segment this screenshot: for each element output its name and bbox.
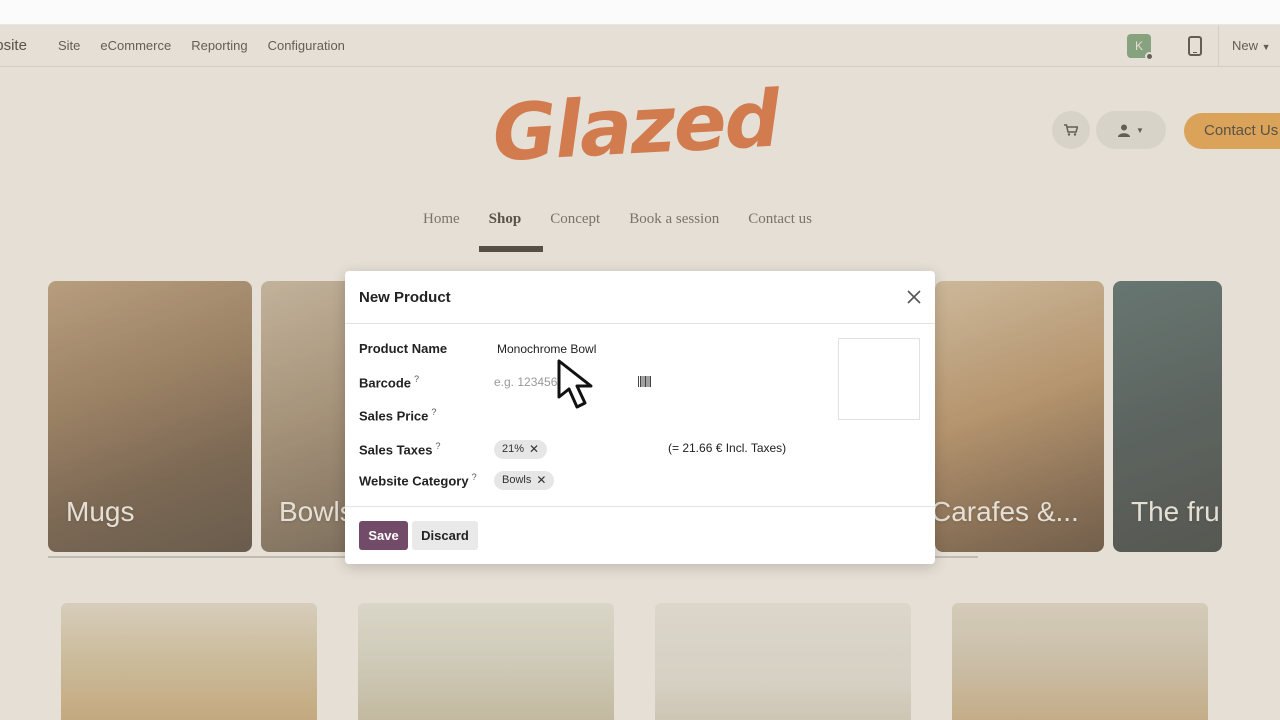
- help-tooltip-icon[interactable]: ?: [431, 407, 436, 417]
- sales-taxes-label-text: Sales Taxes: [359, 442, 433, 458]
- product-name-label: Product Name: [359, 341, 448, 356]
- dialog-footer-divider: [345, 506, 935, 507]
- barcode-label: Barcode?: [359, 374, 419, 390]
- sales-taxes-label: Sales Taxes?: [359, 441, 441, 457]
- help-tooltip-icon[interactable]: ?: [472, 472, 477, 482]
- product-name-input[interactable]: Monochrome Bowl: [497, 342, 596, 356]
- tax-tag: 21% ✕: [494, 440, 548, 459]
- dialog-header: New Product: [345, 271, 935, 324]
- tax-tag-label: 21%: [502, 443, 525, 455]
- dialog-title: New Product: [359, 289, 451, 306]
- remove-tag-icon[interactable]: ✕: [529, 440, 539, 459]
- incl-taxes-text: (= 21.66 € Incl. Taxes): [668, 441, 787, 455]
- remove-tag-icon[interactable]: ✕: [536, 471, 546, 490]
- browser-top-bar: [0, 0, 1280, 25]
- sales-price-label-text: Sales Price: [359, 408, 429, 424]
- new-product-dialog: New Product Product Name Monochrome Bowl…: [345, 271, 935, 564]
- category-tag: Bowls ✕: [494, 471, 555, 490]
- website-category-label-text: Website Category: [359, 473, 469, 489]
- sales-price-label: Sales Price?: [359, 407, 436, 423]
- product-image-upload[interactable]: [838, 338, 920, 420]
- website-category-label: Website Category?: [359, 472, 477, 488]
- mouse-cursor-icon: [557, 359, 593, 409]
- barcode-label-text: Barcode: [359, 375, 412, 391]
- close-icon[interactable]: [905, 288, 923, 306]
- help-tooltip-icon[interactable]: ?: [435, 441, 440, 451]
- discard-button[interactable]: Discard: [412, 521, 478, 550]
- help-tooltip-icon[interactable]: ?: [414, 374, 419, 384]
- save-button[interactable]: Save: [359, 521, 408, 550]
- category-tag-label: Bowls: [502, 474, 532, 486]
- barcode-icon[interactable]: [638, 376, 652, 387]
